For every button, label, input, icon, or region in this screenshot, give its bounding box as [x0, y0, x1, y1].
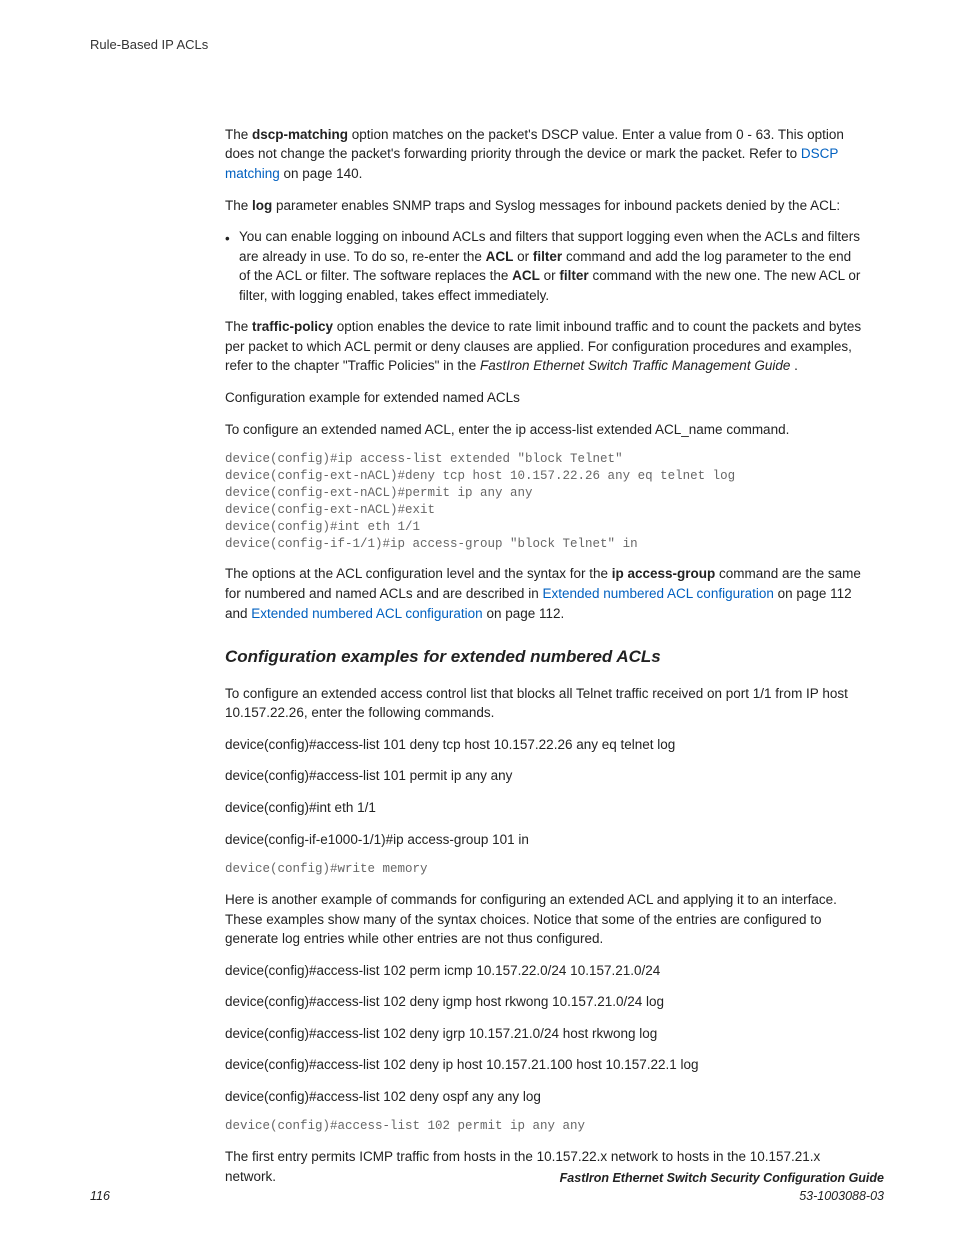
code-block-named-acl: device(config)#ip access-list extended "…: [225, 451, 864, 552]
cmd-line: device(config)#access-list 102 deny igrp…: [225, 1024, 864, 1044]
cmd-line: device(config)#int eth 1/1: [225, 798, 864, 818]
content-body: The dscp-matching option matches on the …: [225, 125, 864, 1187]
doc-info: FastIron Ethernet Switch Security Config…: [560, 1169, 884, 1205]
page: Rule-Based IP ACLs The dscp-matching opt…: [0, 0, 954, 1235]
paragraph-config-example-heading: Configuration example for extended named…: [225, 388, 864, 408]
cmd-line: device(config)#access-list 101 permit ip…: [225, 766, 864, 786]
section-heading-config-examples: Configuration examples for extended numb…: [225, 645, 864, 670]
cmd-line: device(config)#access-list 102 deny igmp…: [225, 992, 864, 1012]
paragraph-config-instruction: To configure an extended named ACL, ente…: [225, 420, 864, 440]
page-number: 116: [90, 1187, 110, 1205]
paragraph-traffic-policy: The traffic-policy option enables the de…: [225, 317, 864, 376]
paragraph-dscp-matching: The dscp-matching option matches on the …: [225, 125, 864, 184]
page-footer: 116 FastIron Ethernet Switch Security Co…: [90, 1169, 884, 1205]
cmd-line: device(config)#access-list 101 deny tcp …: [225, 735, 864, 755]
paragraph-options-note: The options at the ACL configuration lev…: [225, 564, 864, 623]
cmd-line: device(config)#access-list 102 perm icmp…: [225, 961, 864, 981]
running-header: Rule-Based IP ACLs: [90, 36, 864, 55]
code-block-write-memory: device(config)#write memory: [225, 861, 864, 878]
cmd-line: device(config)#access-list 102 deny ip h…: [225, 1055, 864, 1075]
paragraph-another-example: Here is another example of commands for …: [225, 890, 864, 949]
link-extended-numbered-1[interactable]: Extended numbered ACL configuration: [542, 586, 773, 601]
code-block-permit-any: device(config)#access-list 102 permit ip…: [225, 1118, 864, 1135]
paragraph-log: The log parameter enables SNMP traps and…: [225, 196, 864, 216]
cmd-line: device(config)#access-list 102 deny ospf…: [225, 1087, 864, 1107]
link-extended-numbered-2[interactable]: Extended numbered ACL configuration: [251, 606, 482, 621]
cmd-line: device(config-if-e1000-1/1)#ip access-gr…: [225, 830, 864, 850]
bullet-marker: •: [225, 227, 239, 305]
paragraph-ex-intro: To configure an extended access control …: [225, 684, 864, 723]
bullet-logging: • You can enable logging on inbound ACLs…: [225, 227, 864, 305]
